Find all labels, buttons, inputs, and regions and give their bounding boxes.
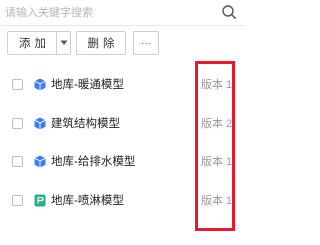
search-divider <box>0 25 245 26</box>
more-button[interactable]: ··· <box>133 31 159 55</box>
row-checkbox[interactable] <box>12 195 23 206</box>
version-label: 版本 2 <box>201 118 233 130</box>
list-item[interactable]: 建筑结构模型 版本 2 <box>0 109 245 139</box>
caret-down-icon <box>60 40 67 45</box>
row-checkbox[interactable] <box>12 79 23 90</box>
more-icon: ··· <box>141 37 151 49</box>
version-label: 版本 1 <box>201 79 233 91</box>
version-label: 版本 1 <box>201 156 233 168</box>
model-name: 地库-喷淋模型 <box>51 195 124 207</box>
search-bar <box>0 0 245 26</box>
cube-model-icon <box>34 155 46 168</box>
search-input[interactable] <box>5 3 205 23</box>
cube-model-icon <box>34 78 46 91</box>
add-button[interactable]: 添加 <box>7 31 57 55</box>
delete-button[interactable]: 删除 <box>76 31 126 55</box>
delete-button-label: 删除 <box>87 38 119 50</box>
cube-model-icon <box>34 117 46 130</box>
row-checkbox[interactable] <box>12 156 23 167</box>
list-item[interactable]: 地库-喷淋模型 版本 1 <box>0 186 245 216</box>
model-name: 地库-给排水模型 <box>51 156 136 168</box>
model-name: 地库-暖通模型 <box>51 79 124 91</box>
list-item[interactable]: 地库-暖通模型 版本 1 <box>0 70 245 100</box>
version-label: 版本 1 <box>201 195 233 207</box>
search-icon[interactable] <box>221 4 237 20</box>
add-button-label: 添加 <box>19 38 50 50</box>
toolbar: 添加 删除 ··· <box>0 31 245 57</box>
green-model-icon <box>34 194 46 207</box>
add-dropdown-button[interactable] <box>56 31 71 55</box>
list-item[interactable]: 地库-给排水模型 版本 1 <box>0 147 245 177</box>
row-checkbox[interactable] <box>12 118 23 129</box>
model-name: 建筑结构模型 <box>51 118 120 130</box>
